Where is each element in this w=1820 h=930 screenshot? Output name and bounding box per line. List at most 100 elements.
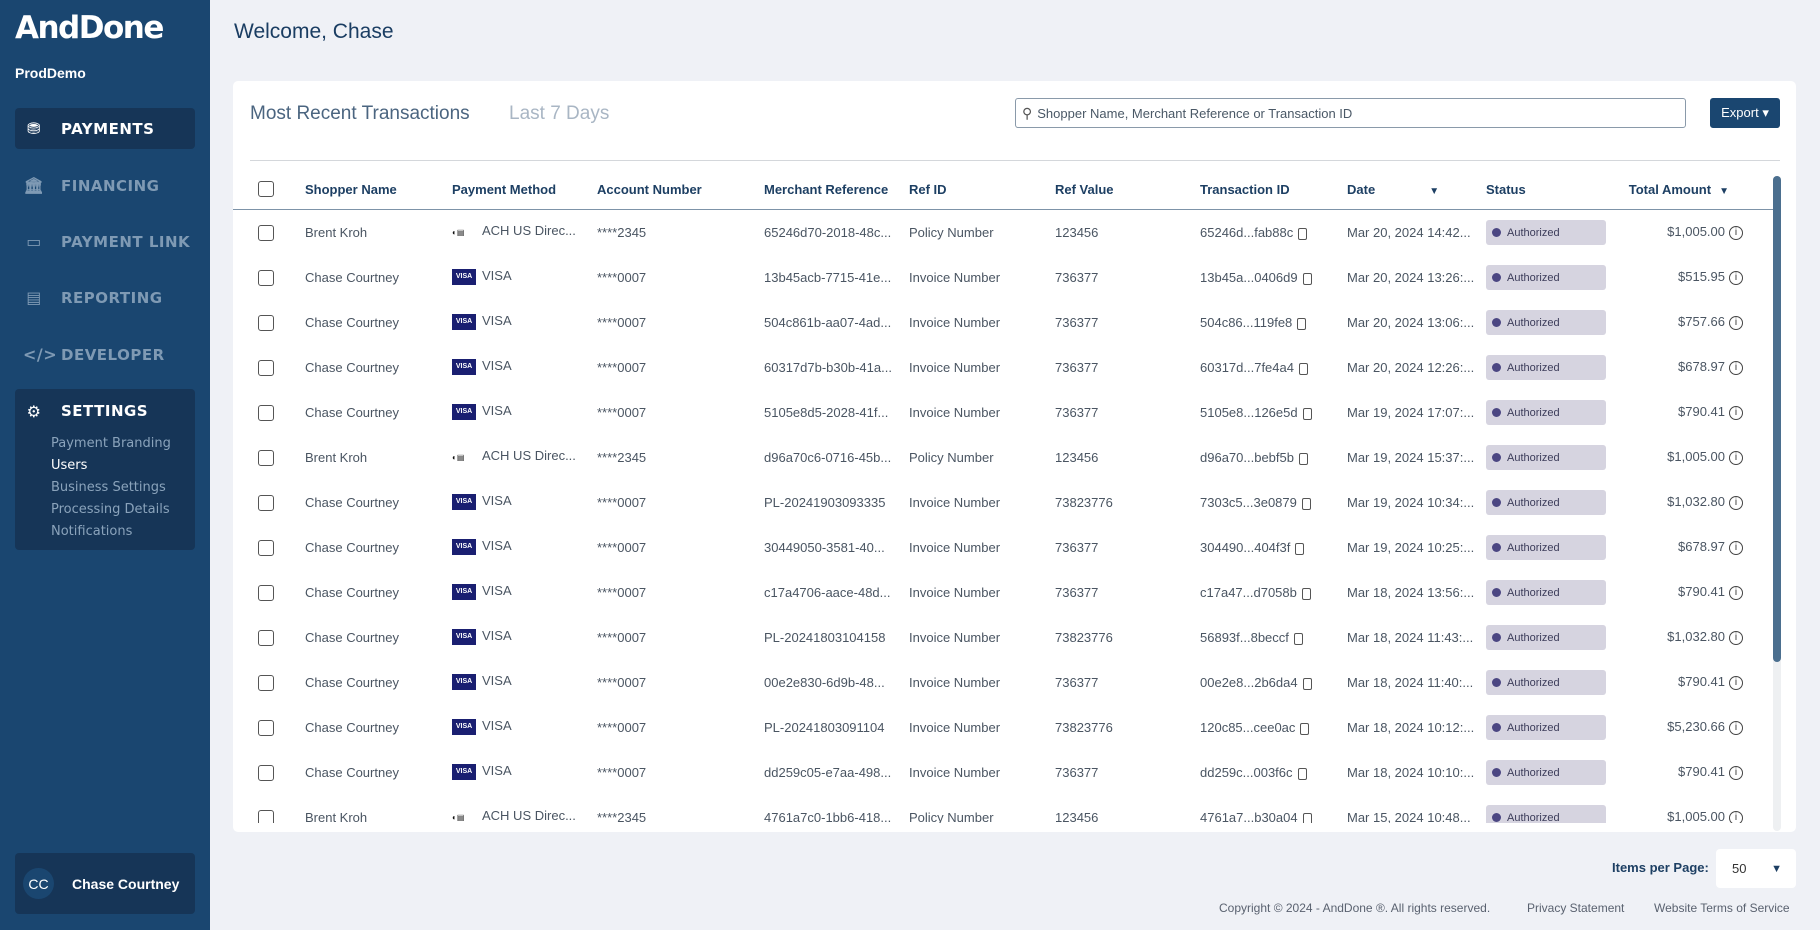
column-label: Status <box>1486 182 1526 197</box>
info-icon[interactable]: i <box>1729 405 1743 420</box>
sub-payment-branding[interactable]: Payment Branding <box>51 433 195 455</box>
column-header[interactable]: Transaction ID <box>1200 182 1290 197</box>
table-row[interactable]: Chase Courtney VISA VISA ****0007 c17a4706-a… <box>233 571 1773 616</box>
copy-icon[interactable] <box>1302 677 1312 690</box>
table-row[interactable]: Chase Courtney VISA VISA ****0007 dd259c05-e… <box>233 751 1773 796</box>
column-header[interactable]: Ref ID <box>909 182 947 197</box>
table-row[interactable]: Chase Courtney VISA VISA ****0007 PL-2024190… <box>233 481 1773 526</box>
table-row[interactable]: Chase Courtney VISA VISA ****0007 13b45acb-7… <box>233 256 1773 301</box>
copy-icon[interactable] <box>1293 632 1303 645</box>
export-button[interactable]: Export ▾ <box>1710 98 1780 128</box>
items-per-page-select[interactable]: 50 ▼ <box>1716 849 1796 888</box>
copy-icon[interactable] <box>1298 452 1308 465</box>
info-icon[interactable]: i <box>1729 270 1743 285</box>
copy-icon[interactable] <box>1300 722 1310 735</box>
copy-icon[interactable] <box>1298 227 1308 240</box>
row-checkbox[interactable] <box>258 405 274 421</box>
column-header[interactable]: Date ▼ <box>1347 182 1439 197</box>
row-checkbox[interactable] <box>258 810 274 823</box>
row-checkbox[interactable] <box>258 450 274 466</box>
table-row[interactable]: Chase Courtney VISA VISA ****0007 00e2e830-6… <box>233 661 1773 706</box>
shopper-name: Brent Kroh <box>305 450 368 465</box>
ref-value: 736377 <box>1055 270 1099 285</box>
info-icon[interactable]: i <box>1729 360 1743 375</box>
info-icon[interactable]: i <box>1729 585 1743 600</box>
info-icon[interactable]: i <box>1729 495 1743 510</box>
nav-payment-link[interactable]: ▭ PAYMENT LINK <box>15 221 195 262</box>
search-input[interactable]: ⚲ Shopper Name, Merchant Reference or Tra… <box>1015 98 1686 128</box>
amount-text: $1,005.00 <box>1667 809 1725 823</box>
column-header[interactable]: Status <box>1486 182 1526 197</box>
info-icon[interactable]: i <box>1729 540 1743 555</box>
nav-financing[interactable]: 🏛 FINANCING <box>15 165 195 206</box>
table-row[interactable]: Chase Courtney VISA VISA ****0007 PL-2024180… <box>233 616 1773 661</box>
row-checkbox[interactable] <box>258 720 274 736</box>
table-row[interactable]: Brent Kroh ◐▤ ACH US Direc... ****2345 4761a… <box>233 796 1773 823</box>
table-row[interactable]: Chase Courtney VISA VISA ****0007 30449050-3… <box>233 526 1773 571</box>
row-checkbox[interactable] <box>258 540 274 556</box>
table-row[interactable]: Chase Courtney VISA VISA ****0007 PL-2024180… <box>233 706 1773 751</box>
table-row[interactable]: Chase Courtney VISA VISA ****0007 504c861b-a… <box>233 301 1773 346</box>
account-number: ****0007 <box>597 720 647 735</box>
status-badge: Authorized <box>1486 625 1606 650</box>
copy-icon[interactable] <box>1301 587 1311 600</box>
column-header[interactable]: Ref Value <box>1055 182 1114 197</box>
row-checkbox[interactable] <box>258 315 274 331</box>
row-checkbox[interactable] <box>258 630 274 646</box>
nav-settings[interactable]: ⚙ SETTINGS <box>15 389 195 433</box>
status-text: Authorized <box>1507 766 1560 779</box>
row-checkbox[interactable] <box>258 675 274 691</box>
row-checkbox[interactable] <box>258 495 274 511</box>
payment-method-label: VISA <box>482 313 512 328</box>
nav-developer[interactable]: </> DEVELOPER <box>15 334 195 375</box>
user-menu[interactable]: CC Chase Courtney <box>15 853 195 914</box>
nav-label: PAYMENT LINK <box>61 232 191 251</box>
privacy-link[interactable]: Privacy Statement <box>1527 901 1624 915</box>
info-icon[interactable]: i <box>1729 765 1743 780</box>
column-header[interactable]: Total Amount ▼ <box>1629 182 1729 197</box>
row-checkbox[interactable] <box>258 585 274 601</box>
row-checkbox[interactable] <box>258 225 274 241</box>
sub-users[interactable]: Users <box>51 455 195 477</box>
payment-method: VISA VISA <box>452 358 512 375</box>
row-checkbox[interactable] <box>258 765 274 781</box>
sub-business-settings[interactable]: Business Settings <box>51 477 195 499</box>
row-checkbox[interactable] <box>258 360 274 376</box>
copy-icon[interactable] <box>1302 272 1312 285</box>
table-row[interactable]: Chase Courtney VISA VISA ****0007 5105e8d5-2… <box>233 391 1773 436</box>
scrollbar[interactable] <box>1773 176 1781 831</box>
copy-icon[interactable] <box>1301 497 1311 510</box>
table-row[interactable]: Chase Courtney VISA VISA ****0007 60317d7b-b… <box>233 346 1773 391</box>
column-header[interactable]: Account Number <box>597 182 702 197</box>
copy-icon[interactable] <box>1297 767 1307 780</box>
scrollbar-thumb[interactable] <box>1773 176 1781 662</box>
info-icon[interactable]: i <box>1729 450 1743 465</box>
copy-icon[interactable] <box>1298 362 1308 375</box>
table-row[interactable]: Brent Kroh ◐▤ ACH US Direc... ****2345 65246… <box>233 211 1773 256</box>
info-icon[interactable]: i <box>1729 810 1743 823</box>
sort-icon[interactable]: ▼ <box>1719 186 1729 197</box>
nav-payments[interactable]: ⛃ PAYMENTS <box>15 108 195 149</box>
sub-notifications[interactable]: Notifications <box>51 521 195 543</box>
ref-id: Invoice Number <box>909 765 1001 780</box>
sort-icon[interactable]: ▼ <box>1429 186 1439 197</box>
info-icon[interactable]: i <box>1729 315 1743 330</box>
info-icon[interactable]: i <box>1729 675 1743 690</box>
copy-icon[interactable] <box>1302 812 1312 823</box>
info-icon[interactable]: i <box>1729 225 1743 240</box>
row-checkbox[interactable] <box>258 270 274 286</box>
column-header[interactable]: Merchant Reference <box>764 182 888 197</box>
copy-icon[interactable] <box>1302 407 1312 420</box>
table-row[interactable]: Brent Kroh ◐▤ ACH US Direc... ****2345 d96a7… <box>233 436 1773 481</box>
select-all-checkbox[interactable] <box>258 181 274 197</box>
copy-icon[interactable] <box>1295 542 1305 555</box>
transaction-id: 120c85...cee0ac <box>1200 720 1310 735</box>
column-header[interactable]: Payment Method <box>452 182 556 197</box>
column-header[interactable]: Shopper Name <box>305 182 397 197</box>
nav-reporting[interactable]: ▤ REPORTING <box>15 277 195 318</box>
info-icon[interactable]: i <box>1729 630 1743 645</box>
sub-processing-details[interactable]: Processing Details <box>51 499 195 521</box>
info-icon[interactable]: i <box>1729 720 1743 735</box>
copy-icon[interactable] <box>1297 317 1307 330</box>
terms-link[interactable]: Website Terms of Service <box>1654 901 1790 915</box>
